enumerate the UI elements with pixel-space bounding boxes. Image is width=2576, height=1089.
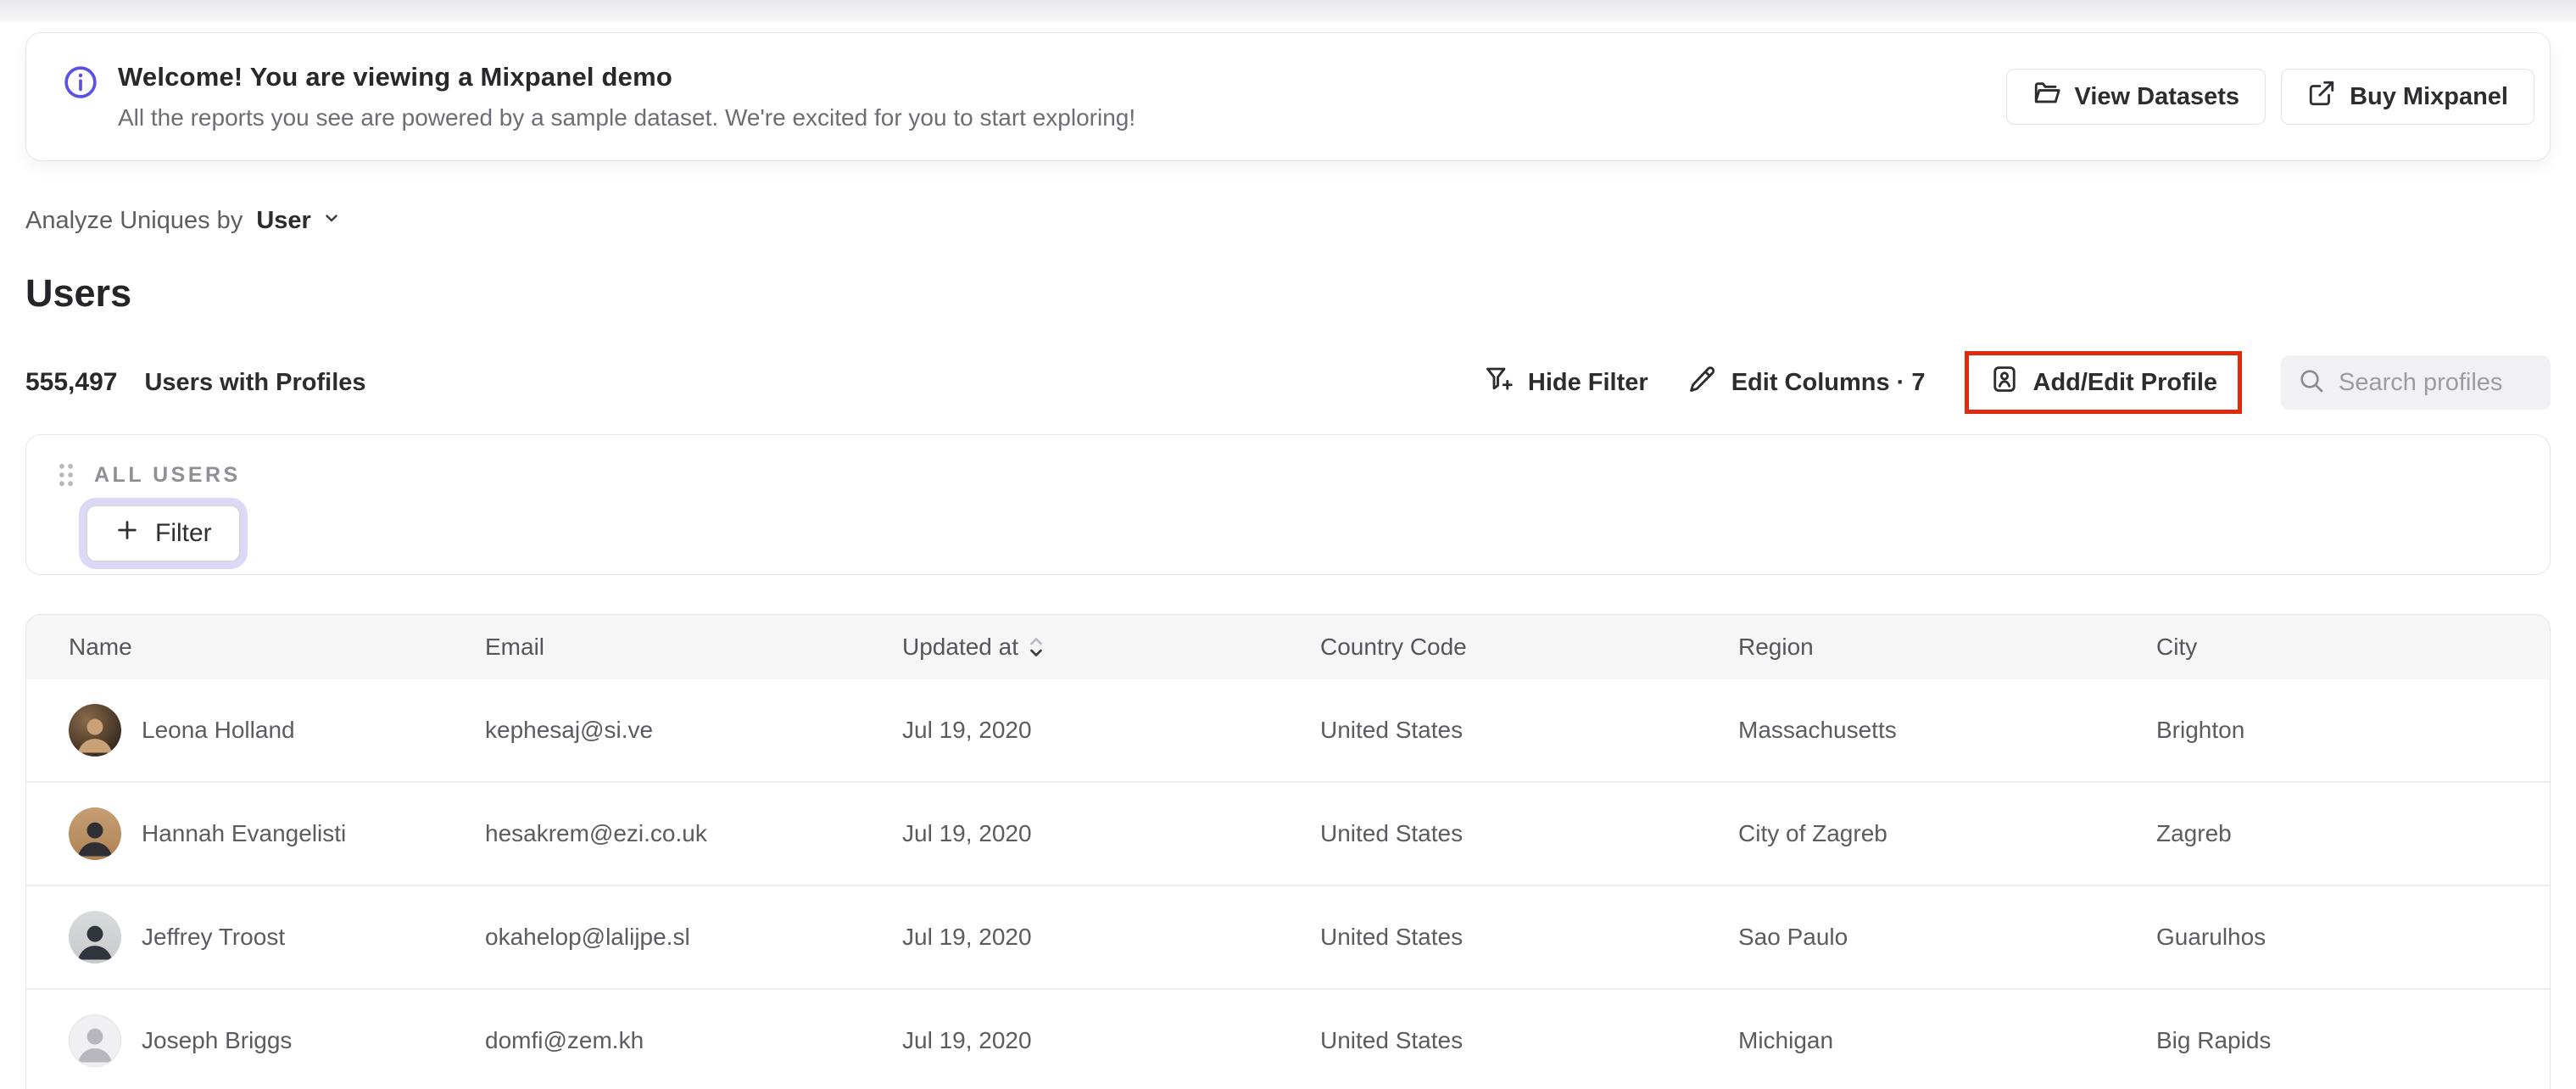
user-updated-at: Jul 19, 2020: [902, 717, 1032, 743]
view-datasets-label: View Datasets: [2074, 82, 2240, 110]
user-email: domfi@zem.kh: [485, 1027, 644, 1053]
user-city: Brighton: [2156, 717, 2245, 743]
column-header-country-code: Country Code: [1320, 634, 1467, 660]
user-region: Sao Paulo: [1738, 924, 1848, 950]
column-header-region: Region: [1738, 634, 1814, 660]
user-region: Massachusetts: [1738, 717, 1897, 743]
top-chrome-shadow: [0, 0, 2576, 22]
user-email: hesakrem@ezi.co.uk: [485, 820, 707, 846]
chevron-down-icon: [321, 207, 342, 235]
avatar: [69, 1014, 121, 1067]
external-link-icon: [2307, 79, 2336, 114]
analyze-row: Analyze Uniques by User: [25, 205, 2551, 236]
profiles-count: 555,497: [25, 368, 118, 396]
edit-columns-label: Edit Columns · 7: [1731, 368, 1926, 396]
add-edit-profile-label: Add/Edit Profile: [2032, 368, 2218, 396]
users-page: Welcome! You are viewing a Mixpanel demo…: [0, 0, 2576, 1089]
user-city: Zagreb: [2156, 820, 2232, 846]
column-header-updated-at: Updated at: [902, 634, 1320, 661]
user-updated-at: Jul 19, 2020: [902, 924, 1032, 950]
buy-mixpanel-button[interactable]: Buy Mixpanel: [2281, 69, 2534, 125]
drag-handle-icon[interactable]: [55, 461, 77, 489]
add-edit-profile-button[interactable]: Add/Edit Profile: [1989, 364, 2218, 401]
add-filter-button[interactable]: Filter: [86, 505, 241, 562]
user-region: Michigan: [1738, 1027, 1834, 1053]
search-icon: [2298, 367, 2325, 399]
table-row[interactable]: Joseph Briggs domfi@zem.kh Jul 19, 2020 …: [26, 990, 2550, 1089]
user-updated-at: Jul 19, 2020: [902, 820, 1032, 846]
banner-title: Welcome! You are viewing a Mixpanel demo: [118, 62, 673, 92]
users-table: Name Email Updated at Country Code Regio…: [25, 614, 2551, 1089]
user-email: kephesaj@si.ve: [485, 717, 654, 743]
search-profiles-input[interactable]: [2339, 368, 2534, 397]
sort-updated-at-button[interactable]: [1027, 634, 1045, 660]
edit-columns-button[interactable]: Edit Columns · 7: [1687, 364, 1926, 401]
id-badge-icon: [1989, 364, 2020, 401]
page-title: Users: [25, 271, 132, 315]
analyze-by-dropdown[interactable]: User: [256, 207, 342, 235]
table-row[interactable]: Jeffrey Troost okahelop@lalijpe.sl Jul 1…: [26, 886, 2550, 990]
column-header-email: Email: [485, 634, 545, 660]
avatar: [69, 911, 121, 963]
user-country-code: United States: [1320, 924, 1464, 950]
analyze-by-value: User: [256, 206, 311, 234]
search-profiles-box[interactable]: [2281, 355, 2551, 410]
hide-filter-label: Hide Filter: [1527, 368, 1648, 396]
plus-icon: [114, 517, 140, 550]
hide-filter-button[interactable]: Hide Filter: [1484, 364, 1648, 401]
pencil-icon: [1687, 364, 1718, 401]
avatar: [69, 807, 121, 860]
avatar: [69, 704, 121, 757]
info-icon: [62, 64, 99, 101]
table-row[interactable]: Leona Holland kephesaj@si.ve Jul 19, 202…: [26, 679, 2550, 783]
profiles-count-label: Users with Profiles: [144, 368, 366, 396]
column-header-name: Name: [69, 634, 132, 660]
user-region: City of Zagreb: [1738, 820, 1887, 846]
buy-mixpanel-label: Buy Mixpanel: [2350, 82, 2508, 110]
filter-funnel-icon: [1484, 364, 1514, 401]
table-row[interactable]: Hannah Evangelisti hesakrem@ezi.co.uk Ju…: [26, 783, 2550, 886]
user-updated-at: Jul 19, 2020: [902, 1027, 1032, 1053]
stats-toolbar-row: 555,497 Users with Profiles Hide Filter: [25, 349, 2551, 416]
user-name: Jeffrey Troost: [142, 924, 286, 950]
folder-icon: [2032, 79, 2061, 114]
all-users-group-label: ALL USERS: [94, 462, 241, 487]
user-city: Big Rapids: [2156, 1027, 2272, 1053]
banner-subtitle: All the reports you see are powered by a…: [118, 104, 1136, 131]
user-city: Guarulhos: [2156, 924, 2267, 950]
user-country-code: United States: [1320, 717, 1464, 743]
user-country-code: United States: [1320, 1027, 1464, 1053]
user-name: Joseph Briggs: [142, 1027, 293, 1053]
view-datasets-button[interactable]: View Datasets: [2005, 69, 2267, 125]
table-header-row: Name Email Updated at Country Code Regio…: [26, 615, 2550, 679]
user-email: okahelop@lalijpe.sl: [485, 924, 690, 950]
add-edit-profile-highlight: Add/Edit Profile: [1964, 351, 2242, 414]
user-name: Hannah Evangelisti: [142, 820, 347, 846]
column-header-city: City: [2156, 634, 2198, 660]
add-filter-label: Filter: [155, 519, 212, 547]
welcome-banner: Welcome! You are viewing a Mixpanel demo…: [25, 32, 2551, 161]
user-country-code: United States: [1320, 820, 1464, 846]
analyze-uniques-label: Analyze Uniques by: [25, 206, 243, 234]
user-name: Leona Holland: [142, 717, 295, 743]
filter-panel: ALL USERS Filter: [25, 434, 2551, 575]
